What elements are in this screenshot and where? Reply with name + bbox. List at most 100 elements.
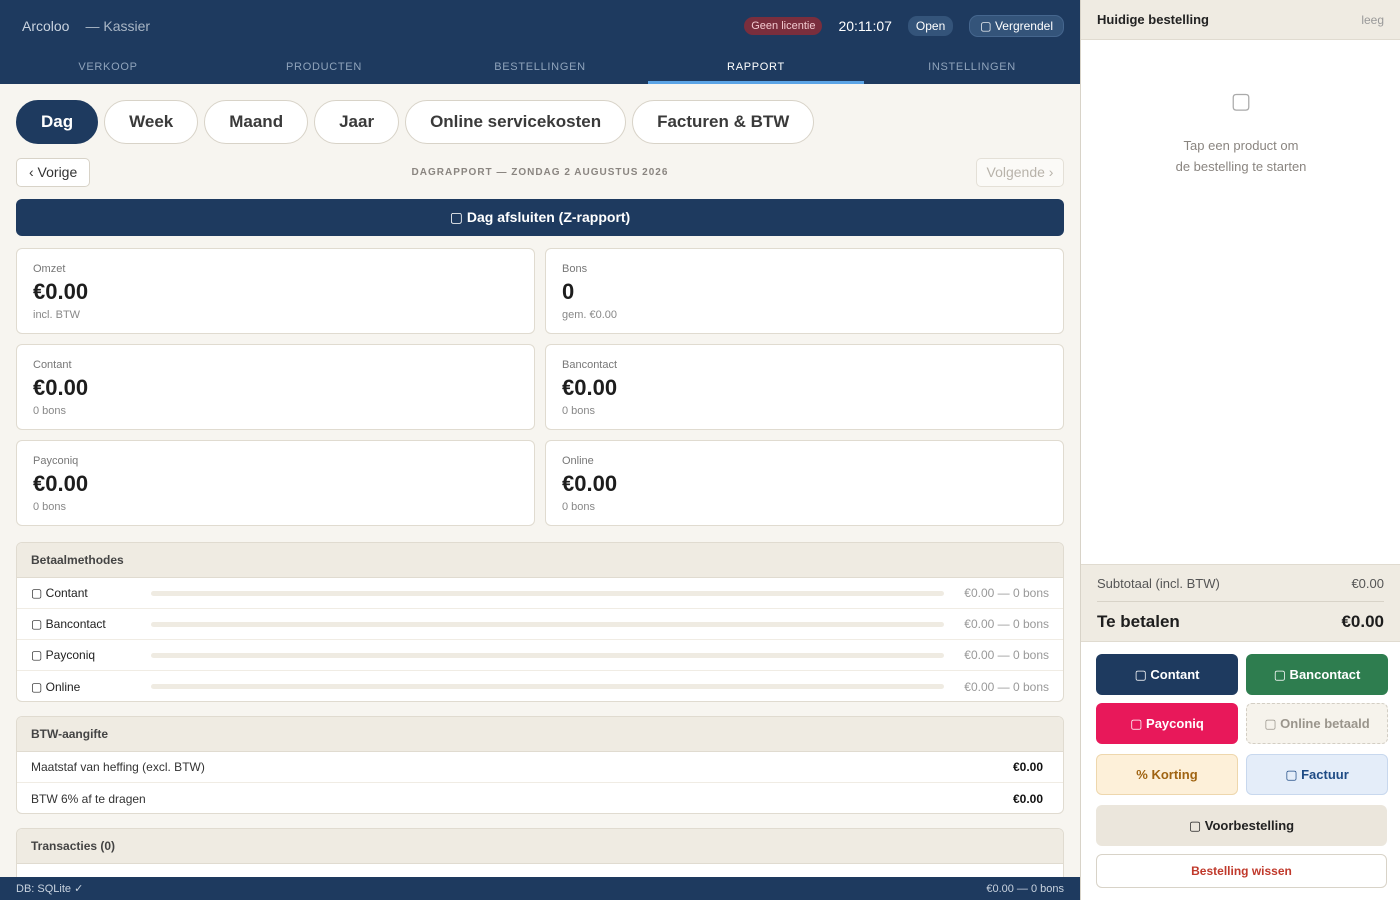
payment-method-bar <box>151 621 945 627</box>
period-month-button[interactable]: Maand <box>204 100 309 144</box>
payment-method-value: €0.00 — 0 bons <box>964 679 1049 694</box>
vat-value: €0.00 <box>1012 791 1043 806</box>
stat-label: Online <box>562 455 594 467</box>
stat-label: Omzet <box>33 263 66 275</box>
payment-method-value: €0.00 — 0 bons <box>964 586 1049 600</box>
close-day-button[interactable]: ▢ Dag afsluiten (Z-rapport) <box>16 199 1064 236</box>
subtotal-label: Subtotaal (incl. BTW) <box>1097 575 1220 591</box>
stat-card-online: Online €0.00 0 bons <box>545 440 1064 526</box>
stat-value: €0.00 <box>33 279 89 304</box>
pay-payconiq-button[interactable]: ▢ Payconiq <box>1096 703 1238 744</box>
stat-sub: 0 bons <box>33 405 67 417</box>
status-footer: DB: SQLite ✓ €0.00 — 0 bons <box>0 877 1080 900</box>
period-year-button[interactable]: Jaar <box>314 100 400 144</box>
tab-instellingen[interactable]: INSTELLINGEN <box>864 52 1080 84</box>
vat-value: €0.00 <box>1012 760 1043 774</box>
period-week-button[interactable]: Week <box>104 100 199 144</box>
payment-method-bar <box>151 652 945 658</box>
payment-method-name: ▢ Online <box>31 679 81 694</box>
invoice-button[interactable]: ▢ Factuur <box>1246 754 1388 795</box>
stat-card-payconiq: Payconiq €0.00 0 bons <box>16 440 535 526</box>
app-role: — Kassier <box>85 18 151 34</box>
main-area: Arcoloo — Kassier Geen licentie 20:11:07… <box>0 0 1080 900</box>
order-state: leeg <box>1361 12 1384 27</box>
report-date-title: DAGRAPPORT — ZONDAG 2 AUGUSTUS 2026 <box>411 167 669 178</box>
vat-label: Maatstaf van heffing (excl. BTW) <box>31 760 205 774</box>
payment-method-name: ▢ Contant <box>31 586 88 600</box>
subtotal-row: Subtotaal (incl. BTW) €0.00 <box>1097 565 1384 602</box>
stat-value: €0.00 <box>33 471 89 496</box>
period-day-button[interactable]: Dag <box>16 100 99 144</box>
panel-title: Betaalmethodes <box>17 543 1063 578</box>
order-title: Huidige bestelling <box>1097 12 1209 27</box>
payment-method-row: ▢ Contant €0.00 — 0 bons <box>17 578 1063 609</box>
panel-title: BTW-aangifte <box>17 717 1063 752</box>
stat-card-receipts: Bons 0 gem. €0.00 <box>545 248 1064 334</box>
stat-label: Contant <box>33 359 72 371</box>
app-name: Arcoloo <box>22 18 70 34</box>
payment-method-bar <box>151 590 945 596</box>
top-bar: Arcoloo — Kassier Geen licentie 20:11:07… <box>0 0 1080 52</box>
next-button[interactable]: Volgende › <box>976 158 1064 187</box>
payment-method-value: €0.00 — 0 bons <box>964 648 1049 662</box>
status-badge: Open <box>907 16 954 36</box>
stat-label: Bons <box>562 263 588 275</box>
to-pay-row: Te betalen €0.00 <box>1097 602 1384 642</box>
license-badge: Geen licentie <box>744 17 823 35</box>
empty-order-message: Tap een product om de bestelling te star… <box>1081 135 1400 177</box>
stat-sub: 0 bons <box>562 405 596 417</box>
vat-label: BTW 6% af te dragen <box>31 791 146 806</box>
payment-method-bar <box>151 684 945 689</box>
preorder-button[interactable]: ▢ Voorbestelling <box>1096 805 1387 846</box>
vat-panel: BTW-aangifte Maatstaf van heffing (excl.… <box>16 716 1064 814</box>
stat-card-revenue: Omzet €0.00 incl. BTW <box>16 248 535 334</box>
order-totals: Subtotaal (incl. BTW) €0.00 Te betalen €… <box>1081 564 1400 642</box>
payment-method-row: ▢ Online €0.00 — 0 bons <box>17 671 1063 701</box>
main-nav: VERKOOP PRODUCTEN BESTELLINGEN RAPPORT I… <box>0 52 1080 84</box>
tab-rapport[interactable]: RAPPORT <box>648 52 864 84</box>
stat-value: €0.00 <box>33 375 89 400</box>
stat-sub: gem. €0.00 <box>562 309 618 321</box>
to-pay-value: €0.00 <box>1341 612 1384 631</box>
panel-title: Transacties (0) <box>17 829 1063 864</box>
tab-verkoop[interactable]: VERKOOP <box>0 52 216 84</box>
payment-method-row: ▢ Bancontact €0.00 — 0 bons <box>17 609 1063 640</box>
payment-methods-panel: Betaalmethodes ▢ Contant €0.00 — 0 bons … <box>16 542 1064 702</box>
stat-value: €0.00 <box>562 471 618 496</box>
order-panel: Huidige bestelling leeg ▢ Tap een produc… <box>1080 0 1400 900</box>
period-selector: Dag Week Maand Jaar Online servicekosten… <box>16 100 815 144</box>
payment-method-row: ▢ Payconiq €0.00 — 0 bons <box>17 640 1063 671</box>
subtotal-value: €0.00 <box>1351 575 1384 591</box>
lock-button[interactable]: ▢ Vergrendel <box>969 15 1064 37</box>
invoices-vat-button[interactable]: Facturen & BTW <box>632 100 815 144</box>
tab-producten[interactable]: PRODUCTEN <box>216 52 432 84</box>
pay-cash-button[interactable]: ▢ Contant <box>1096 654 1238 695</box>
online-service-costs-button[interactable]: Online servicekosten <box>405 100 627 144</box>
empty-cart-icon: ▢ <box>1230 88 1252 113</box>
stat-sub: 0 bons <box>562 501 596 513</box>
order-header: Huidige bestelling leeg <box>1081 0 1400 40</box>
payment-method-name: ▢ Bancontact <box>31 617 106 631</box>
to-pay-label: Te betalen <box>1097 612 1180 631</box>
empty-order-line: Tap een product om <box>1183 138 1299 153</box>
stat-sub: incl. BTW <box>33 309 81 321</box>
stat-card-bancontact: Bancontact €0.00 0 bons <box>545 344 1064 430</box>
stat-sub: 0 bons <box>33 501 67 513</box>
paid-online-button[interactable]: ▢ Online betaald <box>1246 703 1388 744</box>
footer-summary: €0.00 — 0 bons <box>986 882 1064 895</box>
stat-value: 0 <box>562 279 575 304</box>
discount-button[interactable]: % Korting <box>1096 754 1238 795</box>
clock: 20:11:07 <box>838 18 892 34</box>
payment-method-value: €0.00 — 0 bons <box>964 617 1049 631</box>
stat-label: Payconiq <box>33 455 79 467</box>
stat-card-cash: Contant €0.00 0 bons <box>16 344 535 430</box>
stat-label: Bancontact <box>562 359 618 371</box>
db-status: DB: SQLite ✓ <box>16 883 84 895</box>
vat-row: Maatstaf van heffing (excl. BTW) €0.00 <box>17 752 1063 783</box>
pay-bancontact-button[interactable]: ▢ Bancontact <box>1246 654 1388 695</box>
clear-order-button[interactable]: Bestelling wissen <box>1096 854 1387 888</box>
payment-method-name: ▢ Payconiq <box>31 648 96 662</box>
tab-bestellingen[interactable]: BESTELLINGEN <box>432 52 648 84</box>
stat-value: €0.00 <box>562 375 618 400</box>
vat-row: BTW 6% af te dragen €0.00 <box>17 783 1063 813</box>
